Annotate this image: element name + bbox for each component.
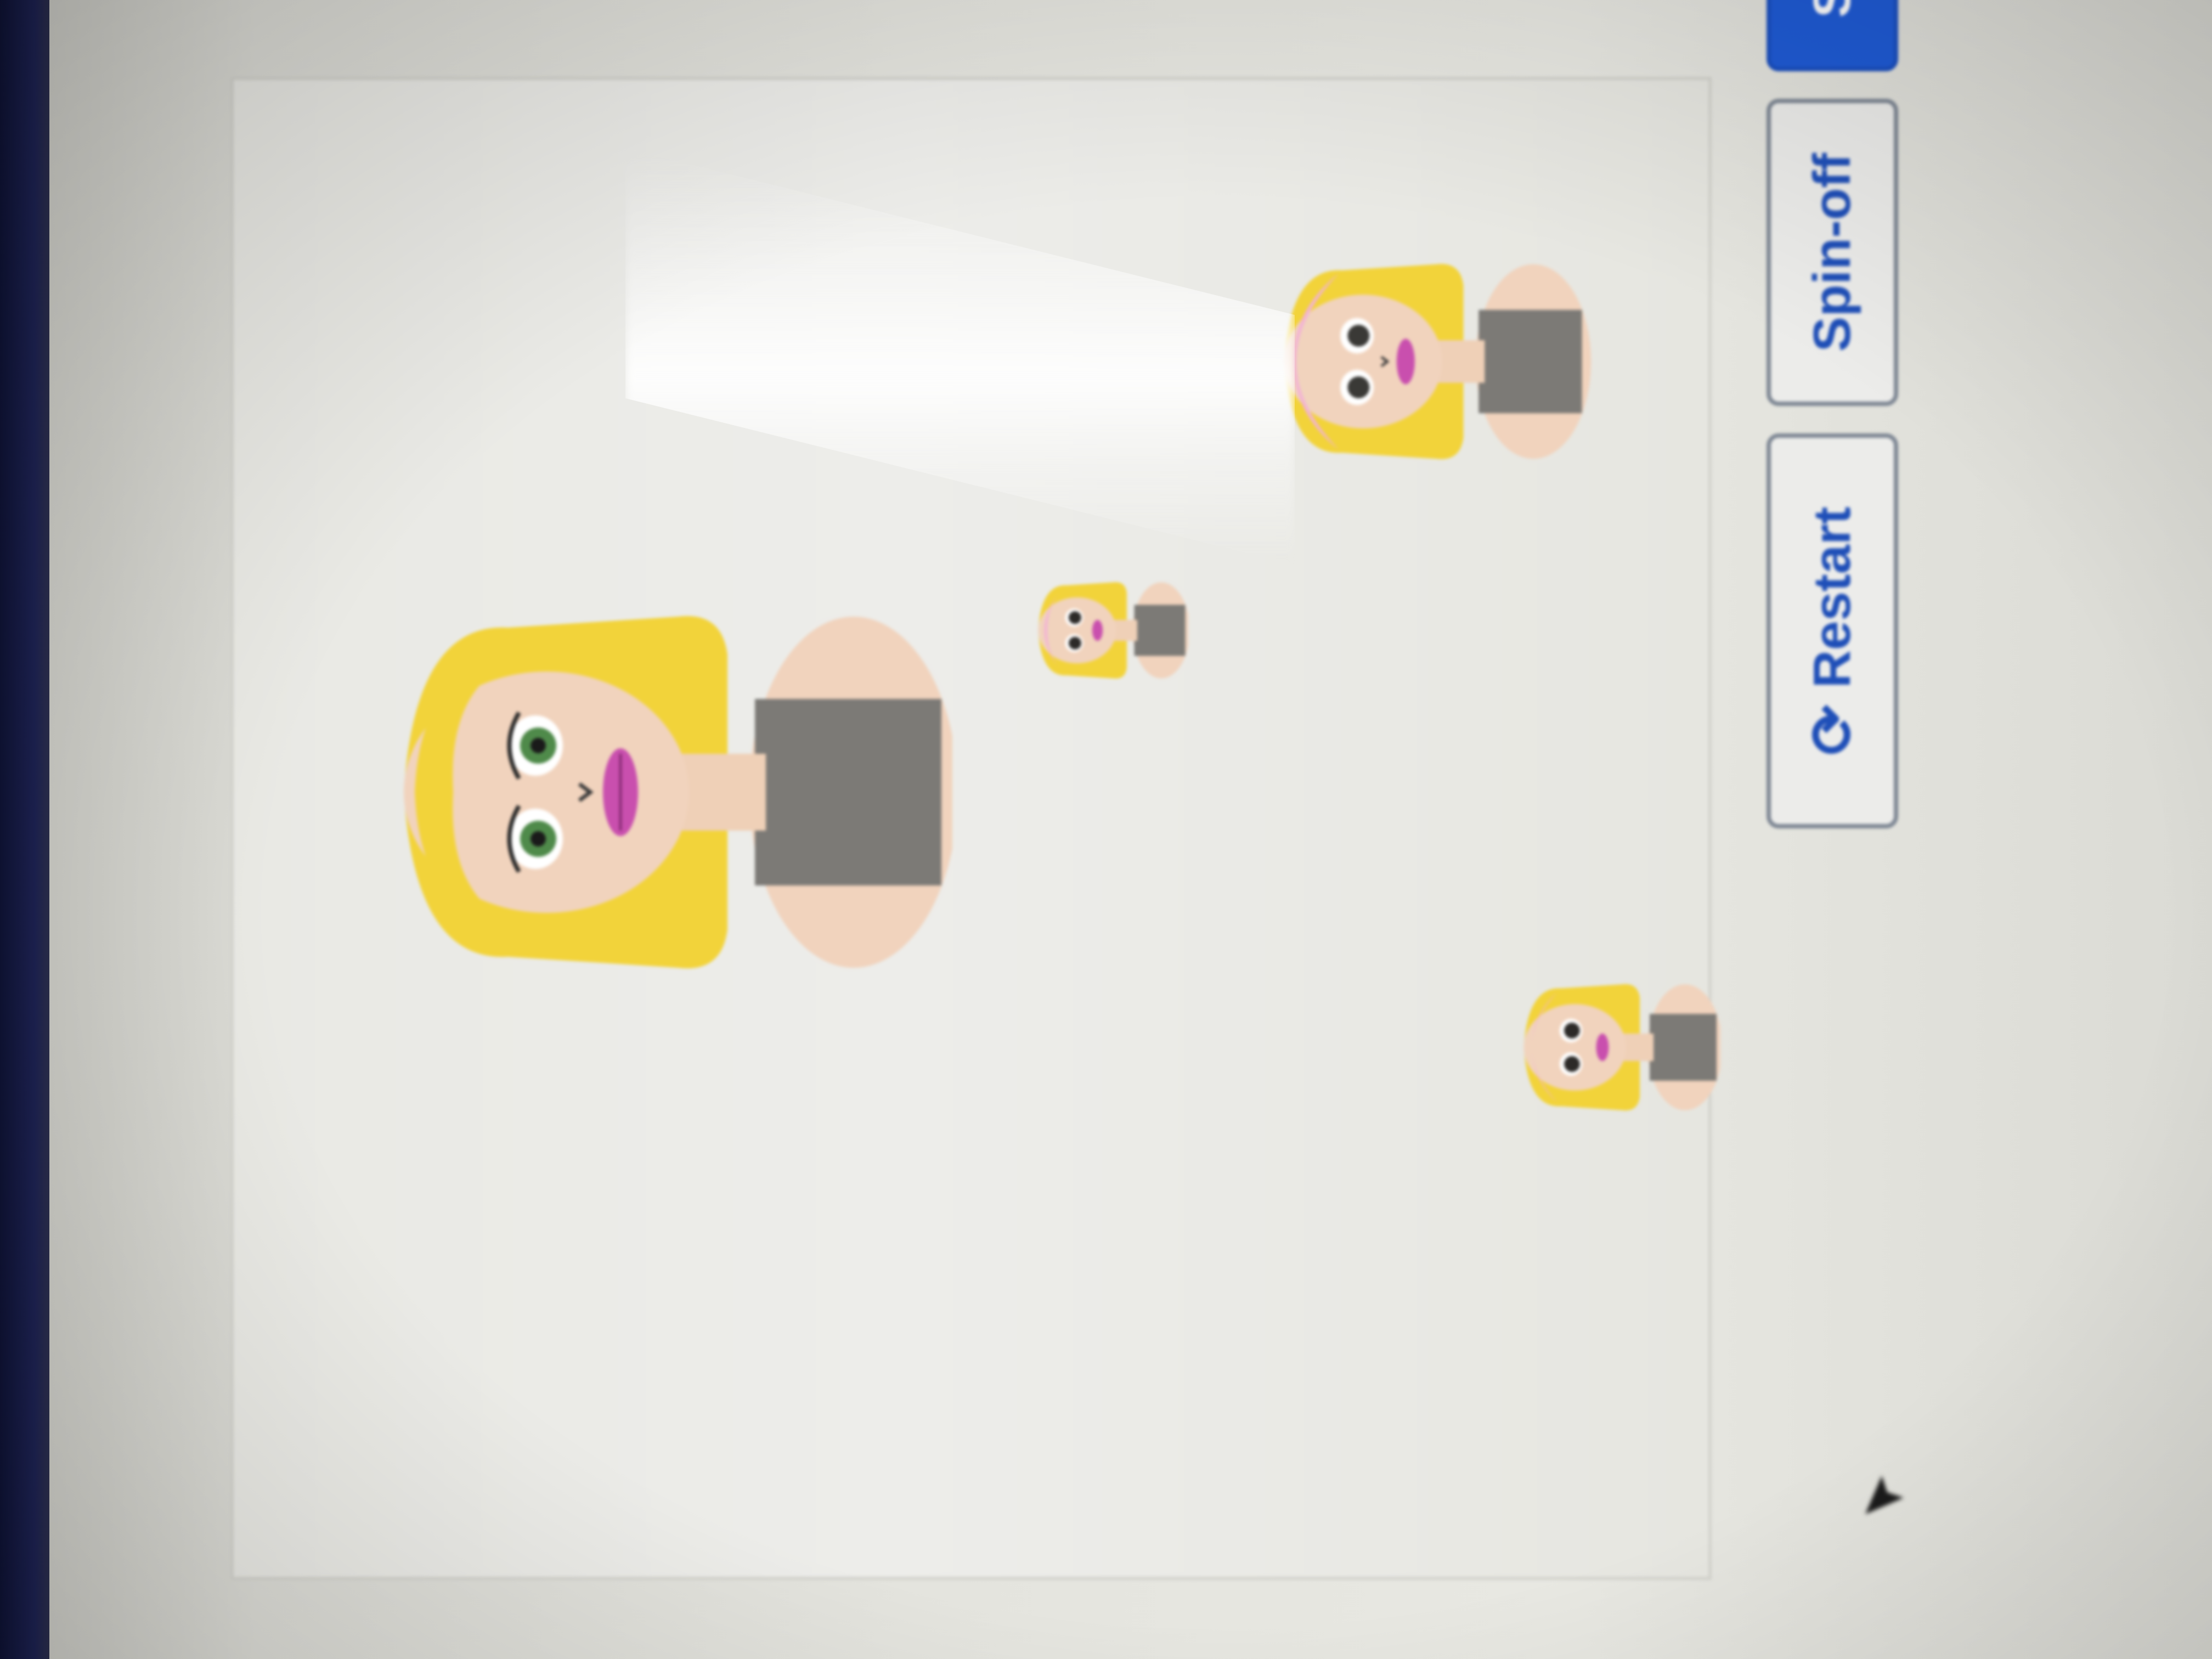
avatar-creator-app: ⟳ Restart Spin-off Save — [230, 0, 1986, 1580]
shirt — [755, 699, 941, 885]
save-button[interactable]: Save — [1767, 0, 1898, 71]
restart-button[interactable]: ⟳ Restart — [1767, 433, 1898, 828]
refresh-icon: ⟳ — [1799, 704, 1866, 755]
action-toolbar: ⟳ Restart Spin-off Save — [1745, 0, 1909, 1580]
restart-label: Restart — [1803, 506, 1861, 689]
save-label: Save — [1802, 0, 1863, 18]
mouse-cursor-icon — [1865, 1476, 1904, 1514]
small-avatar-1-figure — [1038, 582, 1188, 679]
photo-frame: ⟳ Restart Spin-off Save — [0, 0, 2212, 1659]
small-avatar-1[interactable] — [1029, 573, 1188, 688]
small-avatar-2[interactable] — [1512, 973, 1720, 1121]
large-avatar[interactable] — [371, 589, 952, 995]
large-avatar-figure — [404, 616, 952, 969]
monitor-bezel — [0, 0, 49, 1659]
avatar-canvas[interactable] — [230, 77, 1720, 1580]
medium-avatar[interactable] — [1254, 249, 1600, 474]
spin-off-button[interactable]: Spin-off — [1767, 99, 1898, 406]
spin-off-label: Spin-off — [1803, 153, 1861, 352]
small-avatar-2-figure — [1523, 984, 1720, 1111]
medium-avatar-figure — [1284, 264, 1592, 459]
